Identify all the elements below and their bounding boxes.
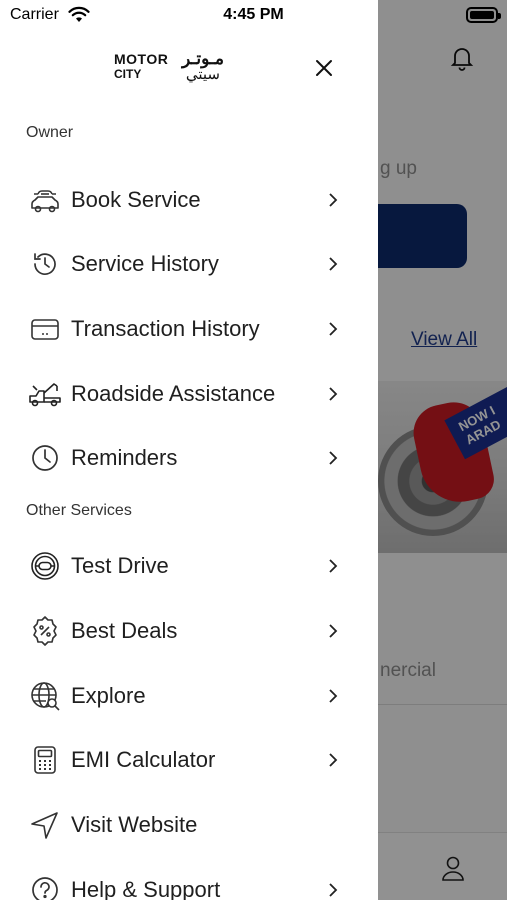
- chevron-right-icon: [324, 191, 342, 209]
- menu-item-best-deals[interactable]: Best Deals: [0, 601, 378, 661]
- calculator-icon: [27, 742, 63, 778]
- menu-item-book-service[interactable]: Book Service: [0, 170, 378, 230]
- menu-item-transaction-history[interactable]: Transaction History: [0, 299, 378, 359]
- menu-item-roadside-assistance[interactable]: Roadside Assistance: [0, 364, 378, 424]
- battery-nub: [498, 13, 501, 19]
- menu-item-label: Roadside Assistance: [71, 381, 276, 406]
- menu-item-service-history[interactable]: Service History: [0, 234, 378, 294]
- history-icon: [27, 246, 63, 282]
- menu-item-label: EMI Calculator: [71, 747, 216, 772]
- menu-item-label: Transaction History: [71, 316, 260, 341]
- menu-item-label: Service History: [71, 251, 219, 276]
- chevron-right-icon: [324, 622, 342, 640]
- battery-fill: [470, 11, 494, 19]
- status-bar: Carrier 4:45 PM: [0, 0, 507, 32]
- menu-item-explore[interactable]: Explore: [0, 666, 378, 726]
- card-icon: [27, 311, 63, 347]
- chevron-right-icon: [324, 751, 342, 769]
- chevron-right-icon: [324, 881, 342, 899]
- menu-item-label: Explore: [71, 683, 146, 708]
- menu-item-label: Visit Website: [71, 812, 198, 837]
- menu-item-label: Help & Support: [71, 877, 221, 900]
- steering-wheel-icon: [27, 548, 63, 584]
- menu-item-label: Best Deals: [71, 618, 178, 643]
- menu-item-reminders[interactable]: Reminders: [0, 428, 378, 488]
- help-icon: [27, 872, 63, 900]
- clock-time: 4:45 PM: [223, 6, 284, 23]
- chevron-right-icon: [324, 255, 342, 273]
- section-owner: Owner: [26, 124, 74, 141]
- menu-item-label: Test Drive: [71, 553, 169, 578]
- chevron-right-icon: [324, 385, 342, 403]
- section-other-services: Other Services: [26, 502, 132, 519]
- discount-badge-icon: [27, 613, 63, 649]
- menu-item-help-support[interactable]: Help & Support: [0, 860, 378, 900]
- logo-text-en-2: CITY: [114, 67, 142, 81]
- menu-item-emi-calculator[interactable]: EMI Calculator: [0, 730, 378, 790]
- chevron-right-icon: [324, 687, 342, 705]
- chevron-right-icon: [324, 320, 342, 338]
- menu-item-label: Reminders: [71, 445, 178, 470]
- battery-icon: [466, 7, 501, 23]
- close-button[interactable]: [310, 54, 338, 82]
- close-icon: [316, 60, 332, 76]
- motor-city-logo: MOTOR CITY مـوتـر سيتي: [114, 49, 224, 85]
- menu-item-test-drive[interactable]: Test Drive: [0, 536, 378, 596]
- logo-text-en: MOTOR: [114, 51, 169, 67]
- menu-item-label: Book Service: [71, 187, 201, 212]
- car-wrench-icon: [27, 182, 63, 218]
- clock-icon: [27, 440, 63, 476]
- chevron-right-icon: [324, 449, 342, 467]
- chevron-right-icon: [324, 557, 342, 575]
- logo-text-ar-2: سيتي: [185, 66, 220, 83]
- side-drawer: MOTOR CITY مـوتـر سيتي Owner Book Servic…: [0, 0, 378, 900]
- menu-item-visit-website[interactable]: Visit Website: [0, 795, 378, 855]
- tow-truck-icon: [27, 376, 63, 412]
- globe-search-icon: [27, 678, 63, 714]
- navigation-arrow-icon: [27, 807, 63, 843]
